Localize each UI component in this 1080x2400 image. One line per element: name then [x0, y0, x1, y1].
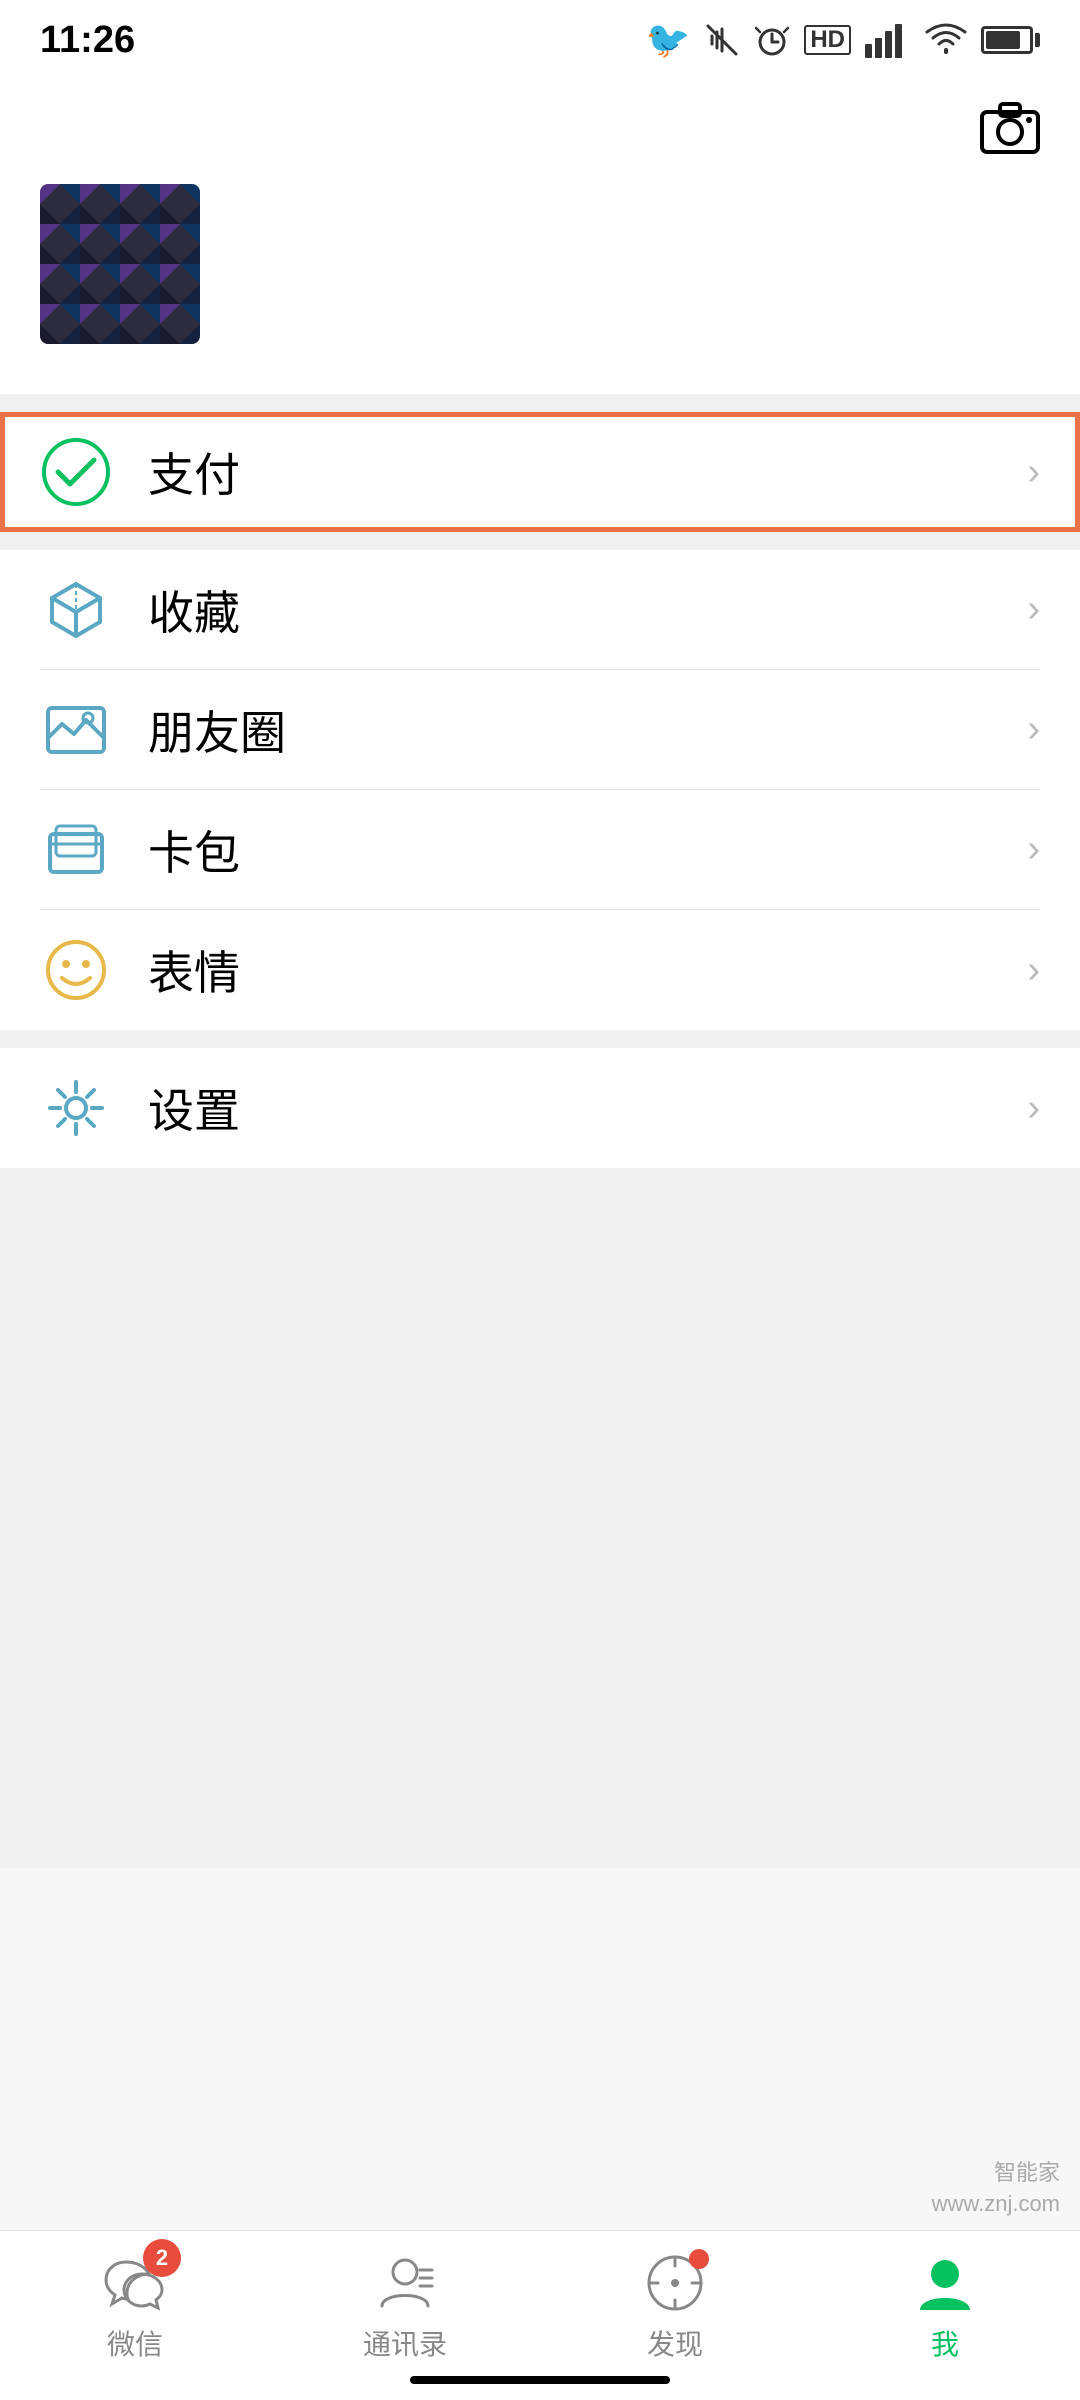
tab-me[interactable]: 我 [810, 2247, 1080, 2363]
favorites-label: 收藏 [148, 577, 1027, 643]
header-area [0, 80, 1080, 184]
payment-label: 支付 [148, 439, 1027, 505]
moments-icon [40, 694, 112, 766]
signal-icon [865, 22, 911, 58]
section-divider-2 [0, 532, 1080, 550]
mute-icon [704, 22, 740, 58]
wallet-icon [40, 814, 112, 886]
tab-contacts[interactable]: 通讯录 [270, 2247, 540, 2363]
emoji-label: 表情 [148, 937, 1027, 1003]
wallet-chevron: › [1027, 828, 1040, 871]
wechat-tab-label: 微信 [107, 2323, 163, 2363]
section-divider-1 [0, 394, 1080, 412]
favorites-icon [40, 574, 112, 646]
status-bar: 11:26 🐦 HD [0, 0, 1080, 80]
tab-wechat[interactable]: 2 微信 [0, 2247, 270, 2363]
settings-icon [40, 1072, 112, 1144]
me-tab-label: 我 [931, 2323, 959, 2363]
menu-group-payment: 支付 › [0, 412, 1080, 532]
discover-tab-label: 发现 [647, 2323, 703, 2363]
wallet-label: 卡包 [148, 817, 1027, 883]
alarm-icon [754, 22, 790, 58]
menu-group-main: 收藏 › 朋友圈 › [0, 550, 1080, 1030]
contacts-tab-label: 通讯录 [363, 2323, 447, 2363]
moments-chevron: › [1027, 708, 1040, 751]
menu-item-moments[interactable]: 朋友圈 › [0, 670, 1080, 790]
contacts-tab-icon-wrap [369, 2247, 441, 2319]
settings-label: 设置 [148, 1075, 1027, 1141]
menu-item-payment[interactable]: 支付 › [0, 412, 1080, 532]
payment-icon [40, 436, 112, 508]
settings-chevron: › [1027, 1087, 1040, 1130]
menu-item-favorites[interactable]: 收藏 › [0, 550, 1080, 670]
menu-item-settings[interactable]: 设置 › [0, 1048, 1080, 1168]
tab-discover[interactable]: 发现 [540, 2247, 810, 2363]
moments-label: 朋友圈 [148, 697, 1027, 763]
discover-tab-icon-wrap [639, 2247, 711, 2319]
gray-background [0, 1168, 1080, 1868]
wechat-tab-icon-wrap: 2 [99, 2247, 171, 2319]
emoji-icon [40, 934, 112, 1006]
menu-item-wallet[interactable]: 卡包 › [0, 790, 1080, 910]
status-time: 11:26 [40, 19, 135, 62]
status-icons: 🐦 HD [646, 19, 1041, 61]
avatar [40, 184, 200, 344]
camera-button[interactable] [980, 100, 1040, 154]
watermark: 智能家 www.znj.com [932, 2158, 1060, 2220]
emoji-chevron: › [1027, 949, 1040, 992]
menu-group-settings: 设置 › [0, 1048, 1080, 1168]
discover-badge-dot [689, 2249, 709, 2269]
tab-bar: 2 微信 通讯录 [0, 2230, 1080, 2400]
hd-badge: HD [804, 25, 851, 55]
tab-bar-indicator [410, 2376, 670, 2384]
favorites-chevron: › [1027, 588, 1040, 631]
payment-chevron: › [1027, 451, 1040, 494]
section-divider-3 [0, 1030, 1080, 1048]
wifi-icon [925, 22, 967, 58]
wechat-badge: 2 [143, 2239, 181, 2277]
menu-item-emoji[interactable]: 表情 › [0, 910, 1080, 1030]
lark-icon: 🐦 [646, 19, 691, 61]
battery-icon [981, 26, 1040, 54]
me-tab-icon-wrap [909, 2247, 981, 2319]
profile-section [0, 184, 1080, 394]
